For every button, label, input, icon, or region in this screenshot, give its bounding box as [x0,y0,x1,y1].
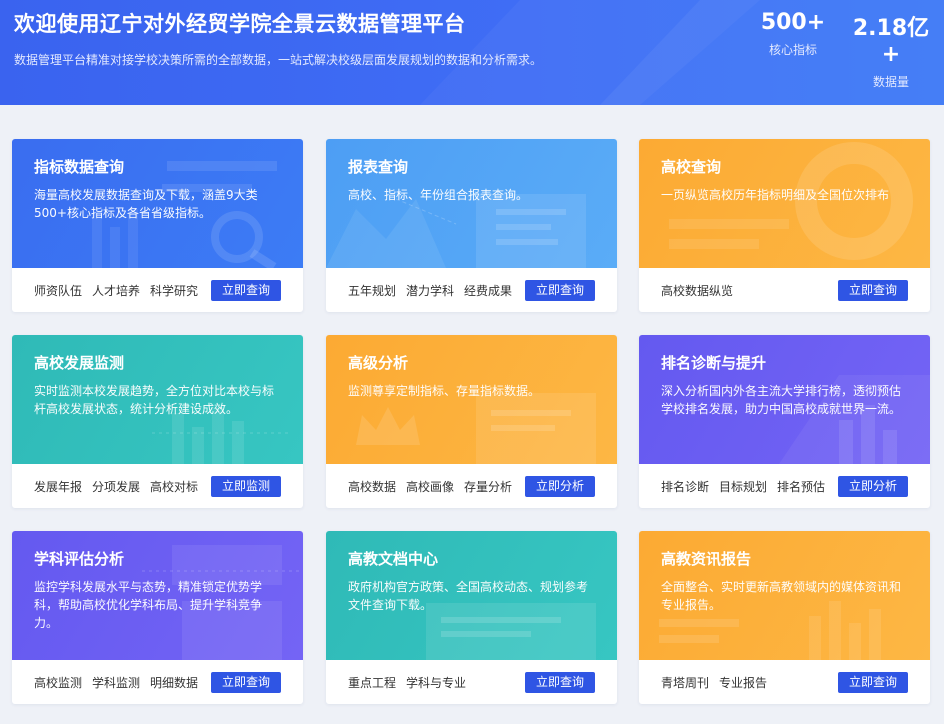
card-description: 监控学科发展水平与态势，精准锁定优势学科，帮助高校优化学科布局、提升学科竞争力。 [34,580,263,630]
card-tag[interactable]: 学科监测 [92,674,140,691]
card-footer: 高校数据 高校画像 存量分析 立即分析 [326,464,617,508]
card-tag[interactable]: 分项发展 [92,478,140,495]
card-footer: 青塔周刊 专业报告 立即查询 [639,660,930,704]
card-title: 指标数据查询 [34,158,125,176]
card-description: 实时监测本校发展趋势，全方位对比本校与标杆高校发展状态，统计分析建设成效。 [34,384,275,416]
card-header: 学科评估分析 监控学科发展水平与态势，精准锁定优势学科，帮助高校优化学科布局、提… [12,531,303,660]
card-title: 高校发展监测 [34,354,125,372]
card-tag[interactable]: 目标规划 [719,478,767,495]
card-development-monitoring[interactable]: 高校发展监测 实时监测本校发展趋势，全方位对比本校与标杆高校发展状态，统计分析建… [12,335,303,508]
card-tag[interactable]: 潜力学科 [406,282,454,299]
card-tag[interactable]: 高校对标 [150,478,198,495]
query-button[interactable]: 立即查询 [838,280,908,301]
card-indicator-query[interactable]: 指标数据查询 海量高校发展数据查询及下载，涵盖9大类500+核心指标及各省省级指… [12,139,303,312]
card-university-query[interactable]: 高校查询 一页纵览高校历年指标明细及全国位次排布 高校数据纵览 立即查询 [639,139,930,312]
card-tag[interactable]: 高校数据 [348,478,396,495]
card-description: 全面整合、实时更新高教领域内的媒体资讯和专业报告。 [661,580,902,612]
card-tag[interactable]: 发展年报 [34,478,82,495]
card-tag[interactable]: 高校数据纵览 [661,282,733,299]
card-discipline-evaluation[interactable]: 学科评估分析 监控学科发展水平与态势，精准锁定优势学科，帮助高校优化学科布局、提… [12,531,303,704]
card-tag[interactable]: 学科与专业 [406,674,466,691]
card-ranking-diagnosis[interactable]: 排名诊断与提升 深入分析国内外各主流大学排行榜，透彻预估学校排名发展，助力中国高… [639,335,930,508]
card-header: 高级分析 监测尊享定制指标、存量指标数据。 [326,335,617,464]
card-title: 高校查询 [661,158,722,176]
card-tag[interactable]: 高校画像 [406,478,454,495]
card-title: 高教文档中心 [348,550,439,568]
card-footer: 高校监测 学科监测 明细数据 立即查询 [12,660,303,704]
card-document-center[interactable]: 高教文档中心 政府机构官方政策、全国高校动态、规划参考文件查询下载。 重点工程 … [326,531,617,704]
query-button[interactable]: 立即查询 [211,280,281,301]
card-tag[interactable]: 排名预估 [777,478,825,495]
card-tag[interactable]: 存量分析 [464,478,512,495]
card-tag[interactable]: 青塔周刊 [661,674,709,691]
card-tag[interactable]: 人才培养 [92,282,140,299]
card-tag[interactable]: 五年规划 [348,282,396,299]
query-button[interactable]: 立即查询 [525,280,595,301]
card-tag[interactable]: 高校监测 [34,674,82,691]
card-header: 高校查询 一页纵览高校历年指标明细及全国位次排布 [639,139,930,268]
card-tag[interactable]: 科学研究 [150,282,198,299]
card-footer: 发展年报 分项发展 高校对标 立即监测 [12,464,303,508]
card-header: 报表查询 高校、指标、年份组合报表查询。 [326,139,617,268]
card-header: 指标数据查询 海量高校发展数据查询及下载，涵盖9大类500+核心指标及各省省级指… [12,139,303,268]
card-report-query[interactable]: 报表查询 高校、指标、年份组合报表查询。 五年规划 潜力学科 经费成果 立即查询 [326,139,617,312]
stat-label: 核心指标 [768,43,817,57]
card-footer: 排名诊断 目标规划 排名预估 立即分析 [639,464,930,508]
card-footer: 高校数据纵览 立即查询 [639,268,930,312]
card-description: 海量高校发展数据查询及下载，涵盖9大类500+核心指标及各省省级指标。 [34,188,258,220]
stat-label: 数据量 [872,75,909,89]
card-footer: 重点工程 学科与专业 立即查询 [326,660,617,704]
query-button[interactable]: 立即查询 [525,672,595,693]
stat-value: 2.18亿+ [852,16,930,67]
page-title: 欢迎使用辽宁对外经贸学院全景云数据管理平台 [14,12,466,36]
card-title: 高教资讯报告 [661,550,752,568]
card-description: 政府机构官方政策、全国高校动态、规划参考文件查询下载。 [348,580,589,612]
monitor-button[interactable]: 立即监测 [211,476,281,497]
card-title: 报表查询 [348,158,409,176]
card-footer: 五年规划 潜力学科 经费成果 立即查询 [326,268,617,312]
analyze-button[interactable]: 立即分析 [838,476,908,497]
hero-banner: 欢迎使用辽宁对外经贸学院全景云数据管理平台 数据管理平台精准对接学校决策所需的全… [0,0,944,105]
stat-core-indicators: 500+ 核心指标 [748,10,838,58]
card-description: 高校、指标、年份组合报表查询。 [348,188,529,202]
card-tag[interactable]: 专业报告 [719,674,767,691]
card-description: 深入分析国内外各主流大学排行榜，透彻预估学校排名发展，助力中国高校成就世界一流。 [661,384,902,416]
stat-data-volume: 2.18亿+ 数据量 [846,10,936,90]
card-description: 监测尊享定制指标、存量指标数据。 [348,384,541,398]
card-header: 高教资讯报告 全面整合、实时更新高教领域内的媒体资讯和专业报告。 [639,531,930,660]
query-button[interactable]: 立即查询 [838,672,908,693]
card-title: 学科评估分析 [34,550,125,568]
card-advanced-analysis[interactable]: 高级分析 监测尊享定制指标、存量指标数据。 高校数据 高校画像 存量分析 立即分… [326,335,617,508]
card-tag[interactable]: 师资队伍 [34,282,82,299]
analyze-button[interactable]: 立即分析 [525,476,595,497]
card-tag[interactable]: 重点工程 [348,674,396,691]
card-header: 高教文档中心 政府机构官方政策、全国高校动态、规划参考文件查询下载。 [326,531,617,660]
card-description: 一页纵览高校历年指标明细及全国位次排布 [661,188,890,202]
page-subtitle: 数据管理平台精准对接学校决策所需的全部数据，一站式解决校级层面发展规划的数据和分… [14,53,543,67]
card-title: 排名诊断与提升 [661,354,767,372]
card-footer: 师资队伍 人才培养 科学研究 立即查询 [12,268,303,312]
card-news-report[interactable]: 高教资讯报告 全面整合、实时更新高教领域内的媒体资讯和专业报告。 青塔周刊 专业… [639,531,930,704]
stat-value: 500+ [760,10,826,35]
card-tag[interactable]: 经费成果 [464,282,512,299]
card-tag[interactable]: 排名诊断 [661,478,709,495]
card-title: 高级分析 [348,354,409,372]
card-header: 排名诊断与提升 深入分析国内外各主流大学排行榜，透彻预估学校排名发展，助力中国高… [639,335,930,464]
card-header: 高校发展监测 实时监测本校发展趋势，全方位对比本校与标杆高校发展状态，统计分析建… [12,335,303,464]
query-button[interactable]: 立即查询 [211,672,281,693]
card-tag[interactable]: 明细数据 [150,674,198,691]
